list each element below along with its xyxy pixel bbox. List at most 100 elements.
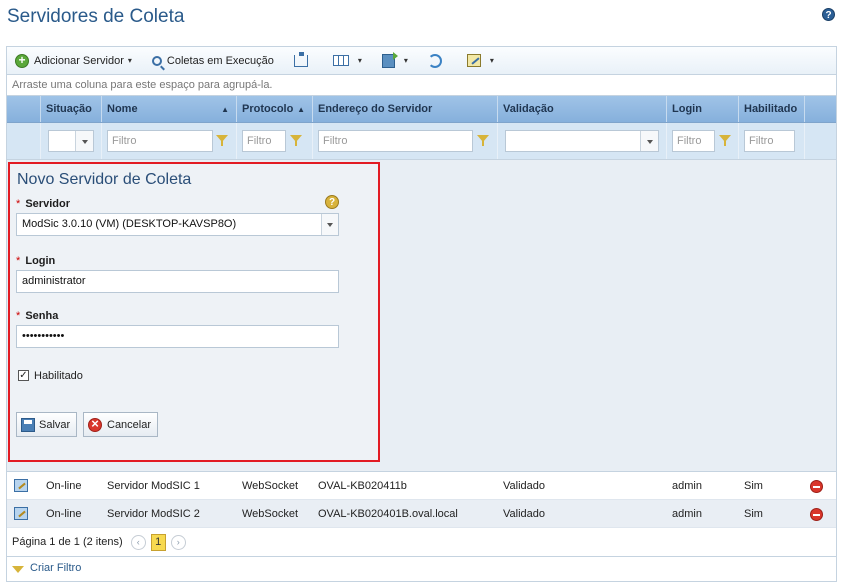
- password-input[interactable]: •••••••••••: [16, 325, 339, 348]
- page-title: Servidores de Coleta: [7, 6, 185, 27]
- cell-login: admin: [672, 480, 702, 492]
- hierarchy-button[interactable]: [293, 51, 313, 67]
- cell-validacao: Validado: [503, 508, 545, 520]
- refresh-button[interactable]: [427, 53, 447, 68]
- protocolo-filter-input[interactable]: Filtro: [242, 130, 286, 152]
- edit-form-area: Novo Servidor de Coleta * Servidor ? Mod…: [7, 160, 836, 472]
- header-nome-label: Nome: [107, 103, 138, 115]
- edit-row-icon[interactable]: [14, 507, 28, 520]
- sort-asc-icon: ▲: [297, 105, 305, 114]
- row-delete-cell: [805, 500, 836, 527]
- columns-icon: [332, 55, 349, 66]
- cancel-icon: [88, 416, 102, 432]
- pager-prev-button[interactable]: ‹: [130, 534, 146, 550]
- running-collections-button[interactable]: Coletas em Execução: [151, 55, 274, 67]
- add-server-button[interactable]: Adicionar Servidor ▾: [15, 53, 132, 68]
- nome-filter-input[interactable]: Filtro: [107, 130, 213, 152]
- filter-funnel-icon[interactable]: [477, 135, 489, 146]
- filter-row: Filtro Filtro Filtro Filtro Filtro: [7, 123, 836, 160]
- filter-funnel-icon: [12, 565, 24, 573]
- validacao-filter-dropdown[interactable]: [505, 130, 659, 152]
- filter-funnel-icon[interactable]: [719, 135, 731, 146]
- edit-row-icon[interactable]: [14, 479, 28, 492]
- server-select-value: ModSic 3.0.10 (VM) (DESKTOP-KAVSP8O): [22, 218, 237, 230]
- login-label-text: Login: [25, 255, 56, 267]
- cell-login: admin: [672, 508, 702, 520]
- login-filter-input[interactable]: Filtro: [672, 130, 715, 152]
- server-select[interactable]: ModSic 3.0.10 (VM) (DESKTOP-KAVSP8O): [16, 213, 339, 236]
- columns-button[interactable]: ▾: [332, 55, 362, 66]
- chevron-down-icon: ▾: [489, 56, 494, 65]
- cell-validacao: Validado: [503, 480, 545, 492]
- cell-situacao: On-line: [46, 508, 82, 520]
- enabled-checkbox[interactable]: ✓: [18, 370, 29, 381]
- delete-icon[interactable]: [810, 508, 823, 521]
- cell-protocolo: WebSocket: [242, 508, 299, 520]
- header-endereco[interactable]: Endereço do Servidor: [313, 96, 498, 122]
- cell-nome: Servidor ModSIC 2: [107, 508, 200, 520]
- row-delete-cell: [805, 472, 836, 499]
- filter-empty: [805, 123, 836, 159]
- help-icon[interactable]: ?: [822, 8, 835, 21]
- header-protocolo[interactable]: Protocolo ▲: [237, 96, 313, 122]
- header-row: Situação Nome ▲ Protocolo ▲ Endereço do …: [7, 96, 836, 123]
- header-habilitado[interactable]: Habilitado: [739, 96, 805, 122]
- save-icon: [21, 417, 35, 432]
- row-edit-cell: [7, 500, 41, 527]
- required-mark: *: [16, 198, 21, 210]
- export-button[interactable]: ▾: [381, 51, 408, 68]
- filter-protocolo: Filtro: [237, 123, 313, 159]
- server-label: * Servidor: [16, 198, 70, 210]
- cell-habilitado: Sim: [744, 480, 763, 492]
- sort-asc-icon: ▲: [221, 105, 229, 114]
- toolbar: Adicionar Servidor ▾ Coletas em Execução…: [7, 47, 836, 75]
- cell-endereco: OVAL-KB020401B.oval.local: [318, 508, 458, 520]
- enabled-label: Habilitado: [34, 370, 83, 382]
- servers-grid: Adicionar Servidor ▾ Coletas em Execução…: [6, 46, 837, 582]
- filter-funnel-icon[interactable]: [290, 135, 302, 146]
- cell-protocolo: WebSocket: [242, 480, 299, 492]
- login-input[interactable]: administrator: [16, 270, 339, 293]
- table-row[interactable]: On-line Servidor ModSIC 2 WebSocket OVAL…: [7, 500, 836, 528]
- chevron-down-icon: [321, 214, 338, 235]
- refresh-icon: [427, 53, 442, 68]
- chevron-down-icon: ▾: [403, 56, 408, 65]
- pager-page-1[interactable]: 1: [150, 533, 166, 551]
- header-edit-col: [7, 96, 41, 122]
- header-nome[interactable]: Nome ▲: [102, 96, 237, 122]
- create-filter-label: Criar Filtro: [30, 562, 82, 574]
- header-delete-col: [805, 96, 836, 122]
- delete-icon[interactable]: [810, 480, 823, 493]
- cell-situacao: On-line: [46, 480, 82, 492]
- pager-summary: Página 1 de 1 (2 itens): [12, 536, 123, 548]
- form-title: Novo Servidor de Coleta: [17, 171, 192, 188]
- situacao-filter-dropdown[interactable]: [48, 130, 94, 152]
- edit-menu-button[interactable]: ▾: [466, 54, 494, 67]
- save-button[interactable]: Salvar: [16, 412, 78, 437]
- header-protocolo-label: Protocolo: [242, 103, 294, 115]
- password-label-text: Senha: [25, 310, 59, 322]
- edit-icon: [466, 54, 481, 67]
- pager: Página 1 de 1 (2 itens) ‹ 1 ›: [7, 528, 836, 557]
- header-validacao[interactable]: Validação: [498, 96, 667, 122]
- cancel-button[interactable]: Cancelar: [83, 412, 159, 437]
- help-icon[interactable]: ?: [325, 195, 339, 209]
- chevron-down-icon: ▾: [127, 56, 132, 65]
- cell-nome: Servidor ModSIC 1: [107, 480, 200, 492]
- new-server-form: Novo Servidor de Coleta * Servidor ? Mod…: [8, 162, 380, 462]
- login-label: * Login: [16, 255, 55, 267]
- filter-nome: Filtro: [102, 123, 237, 159]
- endereco-filter-input[interactable]: Filtro: [318, 130, 473, 152]
- filter-funnel-icon[interactable]: [216, 135, 228, 146]
- filter-empty: [7, 123, 41, 159]
- table-row[interactable]: On-line Servidor ModSIC 1 WebSocket OVAL…: [7, 472, 836, 500]
- create-filter-link[interactable]: Criar Filtro: [7, 557, 836, 579]
- cell-habilitado: Sim: [744, 508, 763, 520]
- habilitado-filter-input[interactable]: Filtro: [744, 130, 795, 152]
- pager-next-button[interactable]: ›: [170, 534, 186, 550]
- add-server-label: Adicionar Servidor: [34, 54, 124, 67]
- group-by-area[interactable]: Arraste uma coluna para este espaço para…: [7, 75, 836, 96]
- header-login[interactable]: Login: [667, 96, 739, 122]
- export-icon: [381, 51, 398, 68]
- header-situacao[interactable]: Situação: [41, 96, 102, 122]
